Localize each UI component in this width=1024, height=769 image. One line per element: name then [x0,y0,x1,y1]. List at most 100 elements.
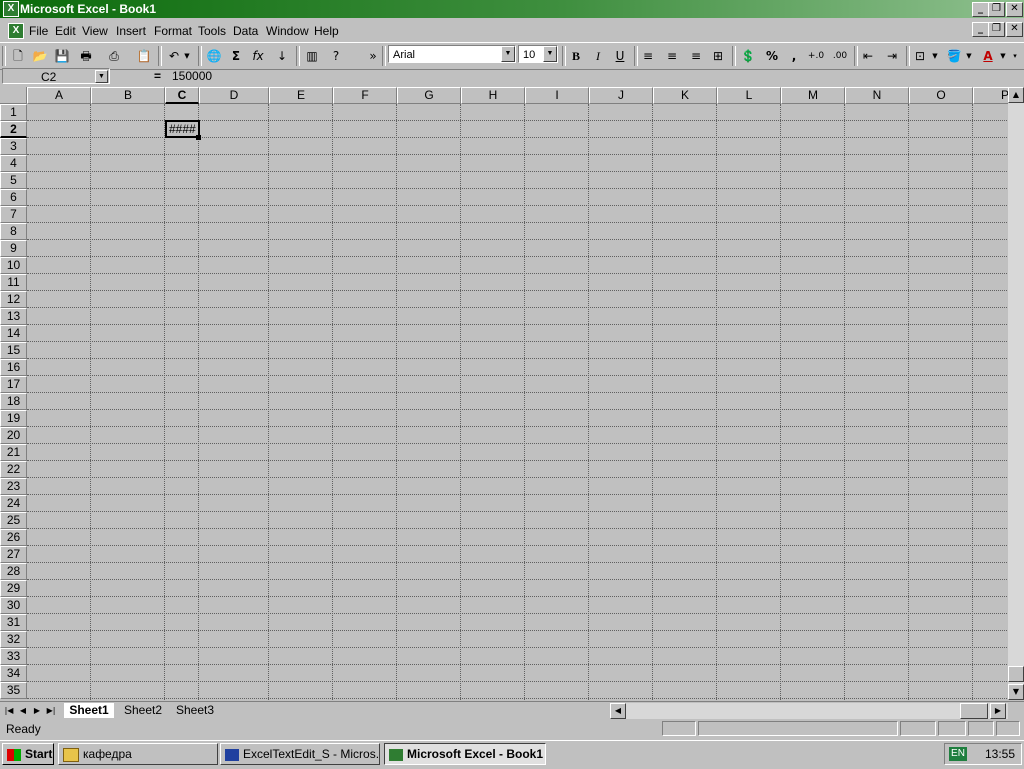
column-header-n[interactable]: N [845,87,909,104]
start-button[interactable]: Start [2,743,54,765]
column-header-m[interactable]: M [781,87,845,104]
scroll-thumb[interactable] [1008,666,1024,682]
row-header-32[interactable]: 32 [0,631,27,648]
doc-close-icon[interactable]: ✕ [1006,22,1023,37]
row-header-22[interactable]: 22 [0,461,27,478]
row-header-33[interactable]: 33 [0,648,27,665]
row-header-21[interactable]: 21 [0,444,27,461]
comma-style-icon[interactable]: , [784,46,804,66]
paste-icon[interactable]: 📋 [134,46,154,66]
row-header-34[interactable]: 34 [0,665,27,682]
menu-insert[interactable]: Insert [116,24,146,38]
active-cell[interactable]: #### [165,120,200,138]
merge-center-icon[interactable]: ⊞ [708,46,728,66]
worksheet-grid[interactable]: A B C D E F G H I J K L M N O P 1 2 3 4 5 6 7 8 9 10 11 12 13 14 15 16 1… [0,87,1008,700]
row-header-35[interactable]: 35 [0,682,27,699]
close-icon[interactable]: ✕ [1006,2,1023,17]
scroll-up-icon[interactable]: ▲ [1008,87,1024,103]
restore-icon[interactable]: ❐ [988,2,1005,17]
autosum-icon[interactable]: Σ [226,46,246,66]
font-name-dropdown-icon[interactable]: ▼ [501,46,515,62]
row-header-15[interactable]: 15 [0,342,27,359]
font-size-select[interactable]: 10 ▼ [518,45,558,63]
align-left-icon[interactable]: ≡ [638,46,658,66]
row-header-10[interactable]: 10 [0,257,27,274]
font-color-icon[interactable]: A [978,46,998,66]
row-header-19[interactable]: 19 [0,410,27,427]
column-header-p[interactable]: P [973,87,1008,104]
decrease-indent-icon[interactable]: ⇤ [858,46,878,66]
more-buttons-icon[interactable]: » [366,46,380,66]
menu-edit[interactable]: Edit [55,24,76,38]
function-icon[interactable]: fx [248,46,268,66]
hyperlink-icon[interactable]: 🌐 [204,46,224,66]
chart-wizard-icon[interactable]: ▥ [302,46,322,66]
menu-window[interactable]: Window [266,24,309,38]
column-header-l[interactable]: L [717,87,781,104]
column-header-h[interactable]: H [461,87,525,104]
row-header-9[interactable]: 9 [0,240,27,257]
new-icon[interactable]: 🗋 [8,46,28,66]
row-header-31[interactable]: 31 [0,614,27,631]
sheet-tab-sheet1[interactable]: Sheet1 [64,703,114,718]
taskbar-item-folder[interactable]: кафедра [58,743,218,765]
hscroll-thumb[interactable] [960,703,988,719]
row-header-24[interactable]: 24 [0,495,27,512]
percent-icon[interactable]: % [762,46,782,66]
underline-icon[interactable]: U [610,46,630,66]
save-icon[interactable]: 💾 [52,46,72,66]
row-header-4[interactable]: 4 [0,155,27,172]
menu-format[interactable]: Format [154,24,192,38]
column-header-d[interactable]: D [199,87,269,104]
language-indicator[interactable]: EN [949,747,967,761]
align-right-icon[interactable]: ≡ [686,46,706,66]
row-header-7[interactable]: 7 [0,206,27,223]
row-header-20[interactable]: 20 [0,427,27,444]
column-header-k[interactable]: K [653,87,717,104]
column-header-o[interactable]: O [909,87,973,104]
font-size-dropdown-icon[interactable]: ▼ [543,46,557,62]
doc-restore-icon[interactable]: ❐ [988,22,1005,37]
undo-icon[interactable]: ↶ [164,46,184,66]
scroll-down-icon[interactable]: ▼ [1008,684,1024,700]
borders-dropdown-icon[interactable]: ▼ [930,46,940,66]
row-header-25[interactable]: 25 [0,512,27,529]
column-header-e[interactable]: E [269,87,333,104]
row-header-28[interactable]: 28 [0,563,27,580]
undo-dropdown-icon[interactable]: ▼ [182,46,192,66]
borders-icon[interactable]: ⊡ [910,46,930,66]
sort-ascending-icon[interactable]: ↓ [272,46,292,66]
toolbar-grip[interactable] [2,46,6,66]
menu-file[interactable]: File [29,24,48,38]
row-header-11[interactable]: 11 [0,274,27,291]
print-icon[interactable]: ⎙ [104,46,124,66]
first-sheet-icon[interactable]: |◀ [2,704,16,717]
taskbar-item-word[interactable]: ExcelTextEdit_S - Micros... [220,743,380,765]
row-header-17[interactable]: 17 [0,376,27,393]
column-header-a[interactable]: A [27,87,91,104]
row-header-27[interactable]: 27 [0,546,27,563]
currency-icon[interactable]: 💲 [738,46,758,66]
row-header-30[interactable]: 30 [0,597,27,614]
scroll-left-icon[interactable]: ◀ [610,703,626,719]
vertical-scrollbar[interactable]: ▲ ▼ [1008,87,1024,700]
row-header-23[interactable]: 23 [0,478,27,495]
row-header-5[interactable]: 5 [0,172,27,189]
row-header-3[interactable]: 3 [0,138,27,155]
sheet-tab-sheet2[interactable]: Sheet2 [124,703,162,718]
scroll-right-icon[interactable]: ▶ [990,703,1006,719]
row-header-14[interactable]: 14 [0,325,27,342]
help-icon[interactable]: ? [326,46,346,66]
sheet-tab-sheet3[interactable]: Sheet3 [176,703,214,718]
row-header-6[interactable]: 6 [0,189,27,206]
menu-data[interactable]: Data [233,24,258,38]
clock[interactable]: 13:55 [985,747,1015,761]
last-sheet-icon[interactable]: ▶| [44,704,58,717]
menu-help[interactable]: Help [314,24,339,38]
doc-minimize-icon[interactable]: _ [972,22,989,37]
formula-input[interactable]: 150000 [172,69,212,83]
prev-sheet-icon[interactable]: ◀ [16,704,30,717]
row-header-29[interactable]: 29 [0,580,27,597]
name-box-dropdown-icon[interactable]: ▼ [95,70,108,83]
menu-view[interactable]: View [82,24,108,38]
